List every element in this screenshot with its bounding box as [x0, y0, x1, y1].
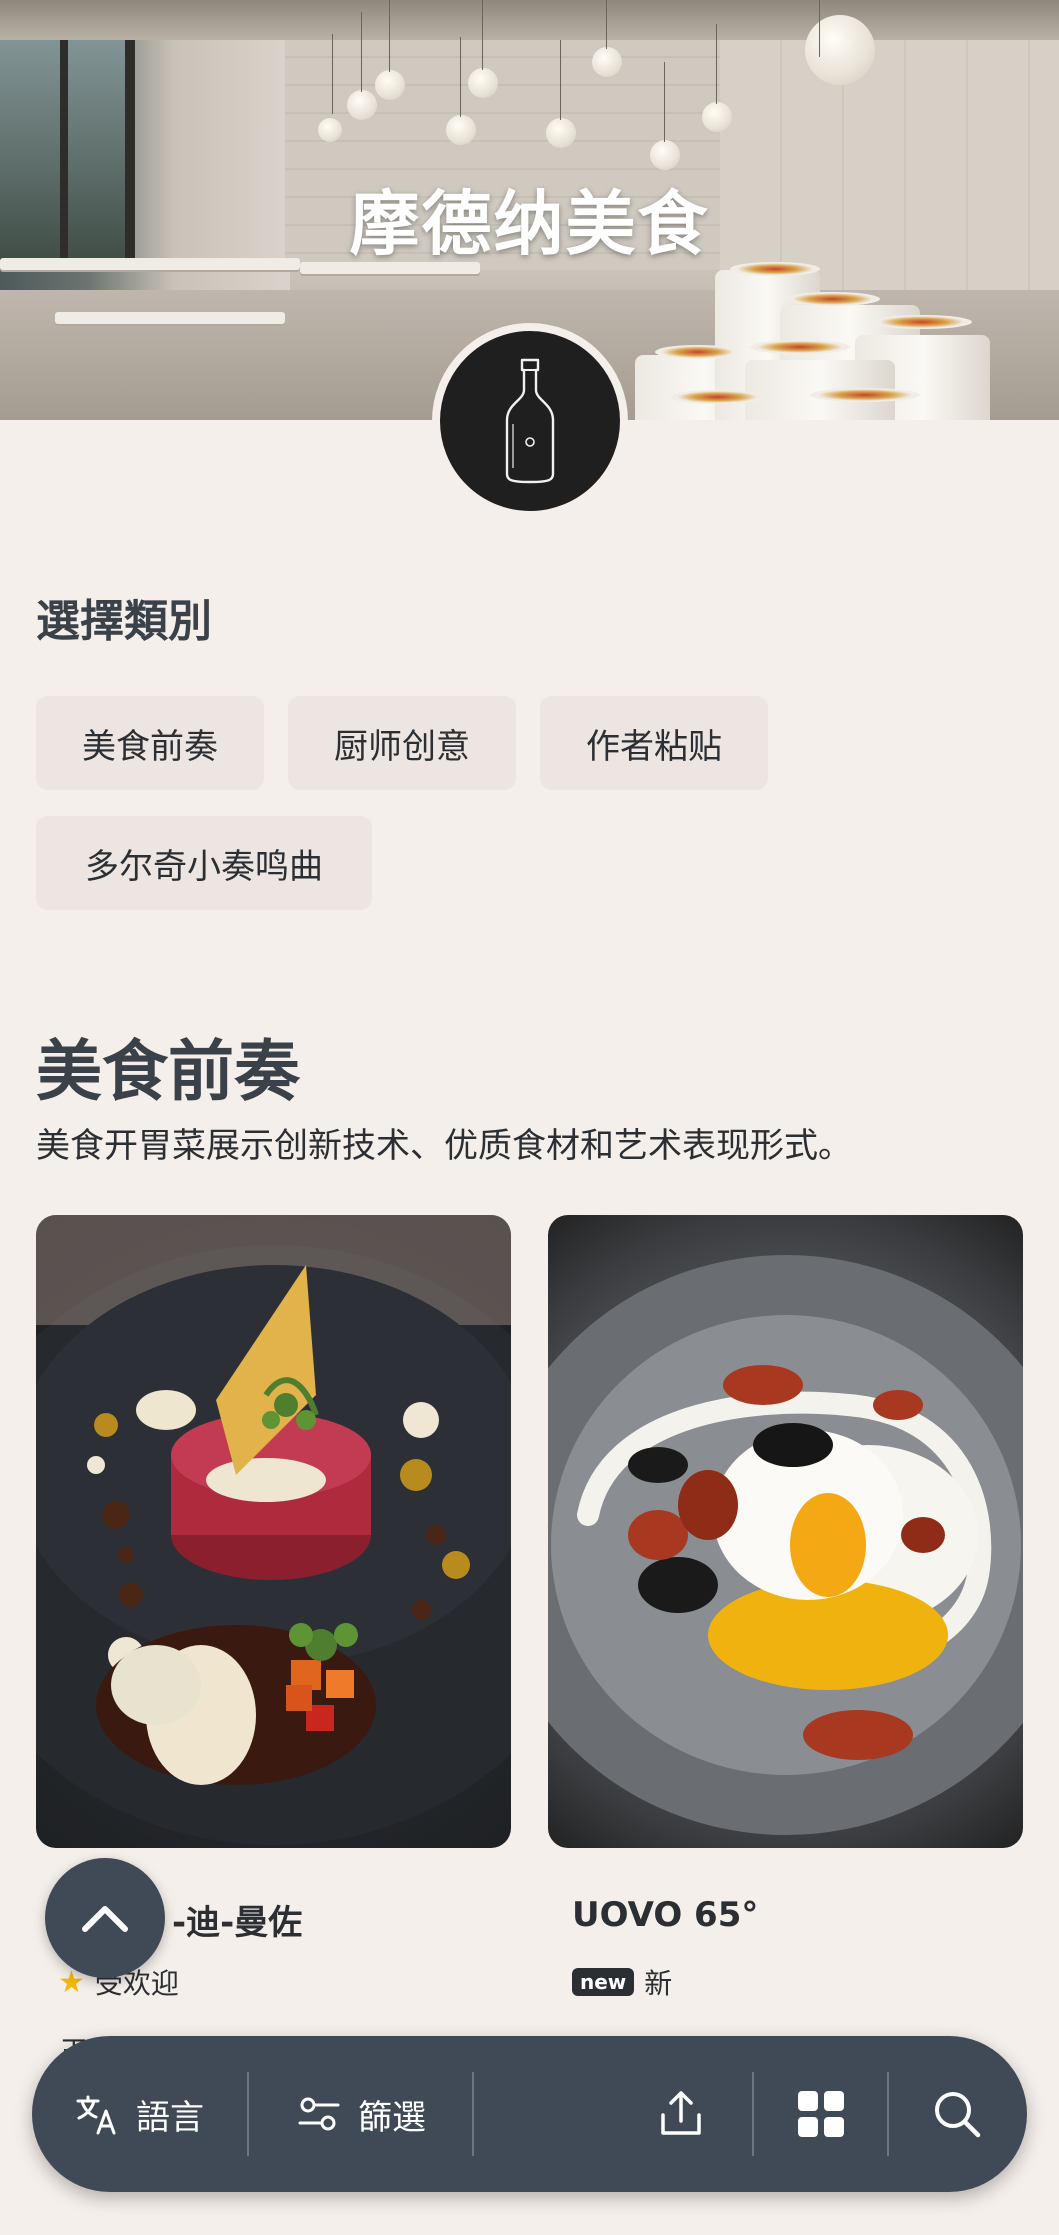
translate-icon — [74, 2091, 120, 2137]
search-icon — [932, 2089, 982, 2139]
category-chip-appetizers[interactable]: 美食前奏 — [36, 696, 264, 790]
new-badge: new — [572, 1968, 635, 1996]
filter-label: 篩選 — [358, 2097, 426, 2138]
grid-icon — [796, 2089, 846, 2139]
restaurant-logo — [432, 323, 628, 519]
dish-name[interactable]: UOVO 65° — [572, 1895, 758, 1935]
restaurant-title: 摩德纳美食 — [349, 183, 710, 265]
category-chip-dolci[interactable]: 多尔奇小奏鸣曲 — [36, 816, 372, 910]
filter-sliders-icon — [296, 2094, 342, 2134]
category-chip-chef-creations[interactable]: 厨师创意 — [288, 696, 516, 790]
dish-name[interactable]: -迪-曼佐 — [172, 1895, 302, 1944]
section-title: 美食前奏 — [36, 1033, 300, 1110]
chevron-up-icon — [82, 1906, 128, 1932]
dish-tag-label: 新 — [644, 1967, 673, 2000]
category-chip-author-pasta[interactable]: 作者粘贴 — [540, 696, 768, 790]
dish-image-uovo[interactable] — [548, 1215, 1023, 1848]
bottle-icon — [505, 358, 555, 484]
scroll-to-top-button[interactable] — [45, 1858, 165, 1978]
share-icon — [657, 2089, 705, 2139]
language-label: 語言 — [136, 2097, 204, 2138]
category-heading: 選擇類別 — [36, 596, 212, 647]
search-button[interactable] — [932, 2036, 982, 2192]
dish-tag: new 新 — [572, 1962, 672, 2002]
language-button[interactable]: 語言 — [74, 2036, 204, 2192]
section-description: 美食开胃菜展示创新技术、优质食材和艺术表现形式。 — [36, 1126, 852, 1166]
grid-view-button[interactable] — [796, 2036, 846, 2192]
filter-button[interactable]: 篩選 — [296, 2036, 426, 2192]
share-button[interactable] — [657, 2036, 705, 2192]
dish-image-tartare[interactable] — [36, 1215, 511, 1848]
bottom-toolbar: 語言 篩選 — [32, 2036, 1027, 2192]
